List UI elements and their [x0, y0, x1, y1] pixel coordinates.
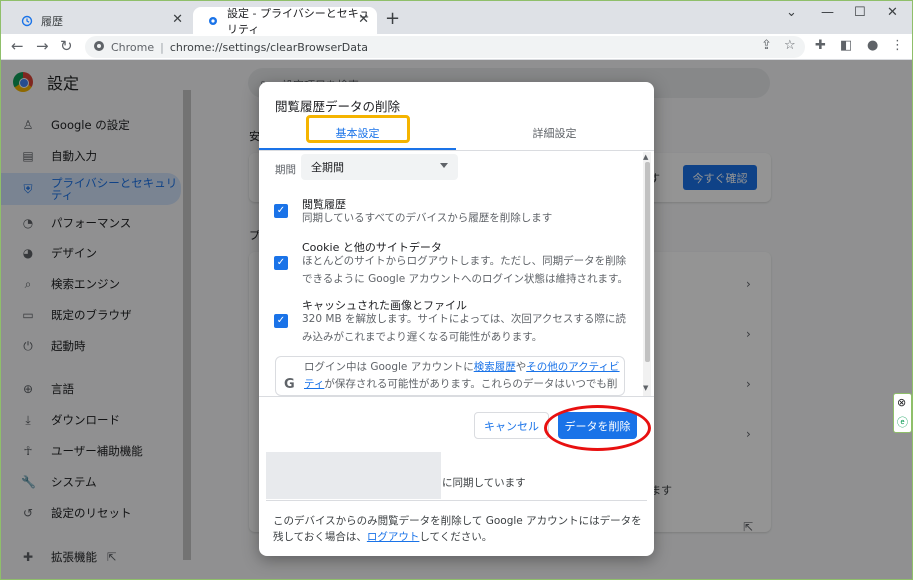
- dialog-title: 閲覧履歴データの削除: [275, 99, 401, 114]
- google-note-text: ログイン中は Google アカウントに検索履歴やその他のアクティビティが保存さ…: [304, 361, 620, 390]
- bookmark-star-icon[interactable]: ☆: [784, 38, 796, 53]
- site-info-icon[interactable]: [93, 40, 105, 55]
- account-placeholder: [266, 452, 441, 499]
- scroll-down-icon[interactable]: ▼: [643, 384, 648, 392]
- highlight-box: [306, 115, 410, 143]
- minimize-icon[interactable]: —: [821, 5, 834, 20]
- checkbox-cache[interactable]: ✓: [274, 314, 288, 328]
- checkbox-cookies[interactable]: ✓: [274, 256, 288, 270]
- history-icon: [21, 15, 33, 27]
- url-text[interactable]: chrome://settings/clearBrowserData: [170, 41, 368, 54]
- footer-divider: [266, 500, 647, 501]
- side-panel-icon[interactable]: ◧: [840, 38, 852, 53]
- new-tab-icon[interactable]: +: [385, 8, 400, 29]
- close-circle-icon[interactable]: ⊗: [897, 396, 906, 409]
- logout-link[interactable]: ログアウト: [367, 531, 420, 543]
- profile-icon[interactable]: ●: [867, 38, 878, 53]
- reload-icon[interactable]: ↻: [60, 37, 73, 55]
- menu-icon[interactable]: ⋮: [891, 38, 904, 53]
- dialog-scrollbar-thumb[interactable]: [645, 162, 650, 362]
- tab-title: 設定 - プライバシーとセキュリティ: [227, 6, 370, 36]
- gear-icon: [207, 15, 219, 27]
- edge-icon[interactable]: ⓔ: [897, 414, 908, 430]
- checkbox-history[interactable]: ✓: [274, 204, 288, 218]
- maximize-icon[interactable]: ☐: [854, 5, 866, 20]
- tab-history[interactable]: 履歴 ✕: [7, 7, 191, 34]
- cancel-button[interactable]: キャンセル: [474, 412, 549, 439]
- item-description: ほとんどのサイトからログアウトします。ただし、同期データを削除できるように Go…: [302, 255, 628, 285]
- tab-title: 履歴: [41, 14, 63, 28]
- back-icon[interactable]: ←: [11, 37, 24, 55]
- item-description: 320 MB を解放します。サイトによっては、次回アクセスする際に読み込みがこれ…: [302, 313, 626, 343]
- tab-strip: 履歴 ✕ 設定 - プライバシーとセキュリティ ✕ + ⌄ — ☐ ✕: [1, 1, 912, 36]
- period-label: 期間: [275, 164, 296, 176]
- period-select[interactable]: 全期間: [301, 154, 458, 180]
- highlight-circle: [544, 405, 651, 451]
- forward-icon[interactable]: →: [36, 37, 49, 55]
- tab-search-icon[interactable]: ⌄: [786, 5, 797, 20]
- google-account-note: G ログイン中は Google アカウントに検索履歴やその他のアクティビティが保…: [275, 356, 625, 396]
- close-tab-icon[interactable]: ✕: [358, 12, 369, 27]
- item-description: 同期しているすべてのデバイスから履歴を削除します: [302, 212, 553, 224]
- share-icon[interactable]: ⇪: [761, 38, 772, 53]
- site-label: Chrome: [111, 40, 155, 54]
- floating-widget[interactable]: ⊗ ⓔ: [893, 393, 912, 433]
- tab-settings[interactable]: 設定 - プライバシーとセキュリティ ✕: [193, 6, 377, 36]
- google-logo-icon: G: [284, 377, 295, 392]
- footer-text: このデバイスからのみ閲覧データを削除して Google アカウントにはデータを残…: [273, 515, 642, 543]
- address-bar[interactable]: Chrome | chrome://settings/clearBrowserD…: [85, 36, 805, 58]
- browser-toolbar: ← → ↻ Chrome | chrome://settings/clearBr…: [1, 34, 912, 60]
- footer-divider: [259, 396, 654, 397]
- scroll-up-icon[interactable]: ▲: [643, 153, 648, 161]
- clear-browsing-data-dialog: 閲覧履歴データの削除 基本設定 詳細設定 期間 全期間 ✓ 閲覧履歴 同期してい…: [259, 82, 654, 556]
- url-separator: |: [160, 40, 164, 54]
- close-tab-icon[interactable]: ✕: [172, 12, 183, 27]
- extensions-icon[interactable]: ✚: [815, 38, 826, 53]
- close-window-icon[interactable]: ✕: [887, 5, 898, 20]
- period-value: 全期間: [311, 161, 344, 174]
- dropdown-caret-icon: [440, 163, 448, 168]
- sync-status-text: に同期しています: [442, 477, 526, 489]
- tab-divider: [259, 150, 654, 151]
- search-history-link[interactable]: 検索履歴: [474, 361, 516, 373]
- tab-advanced[interactable]: 詳細設定: [456, 118, 653, 148]
